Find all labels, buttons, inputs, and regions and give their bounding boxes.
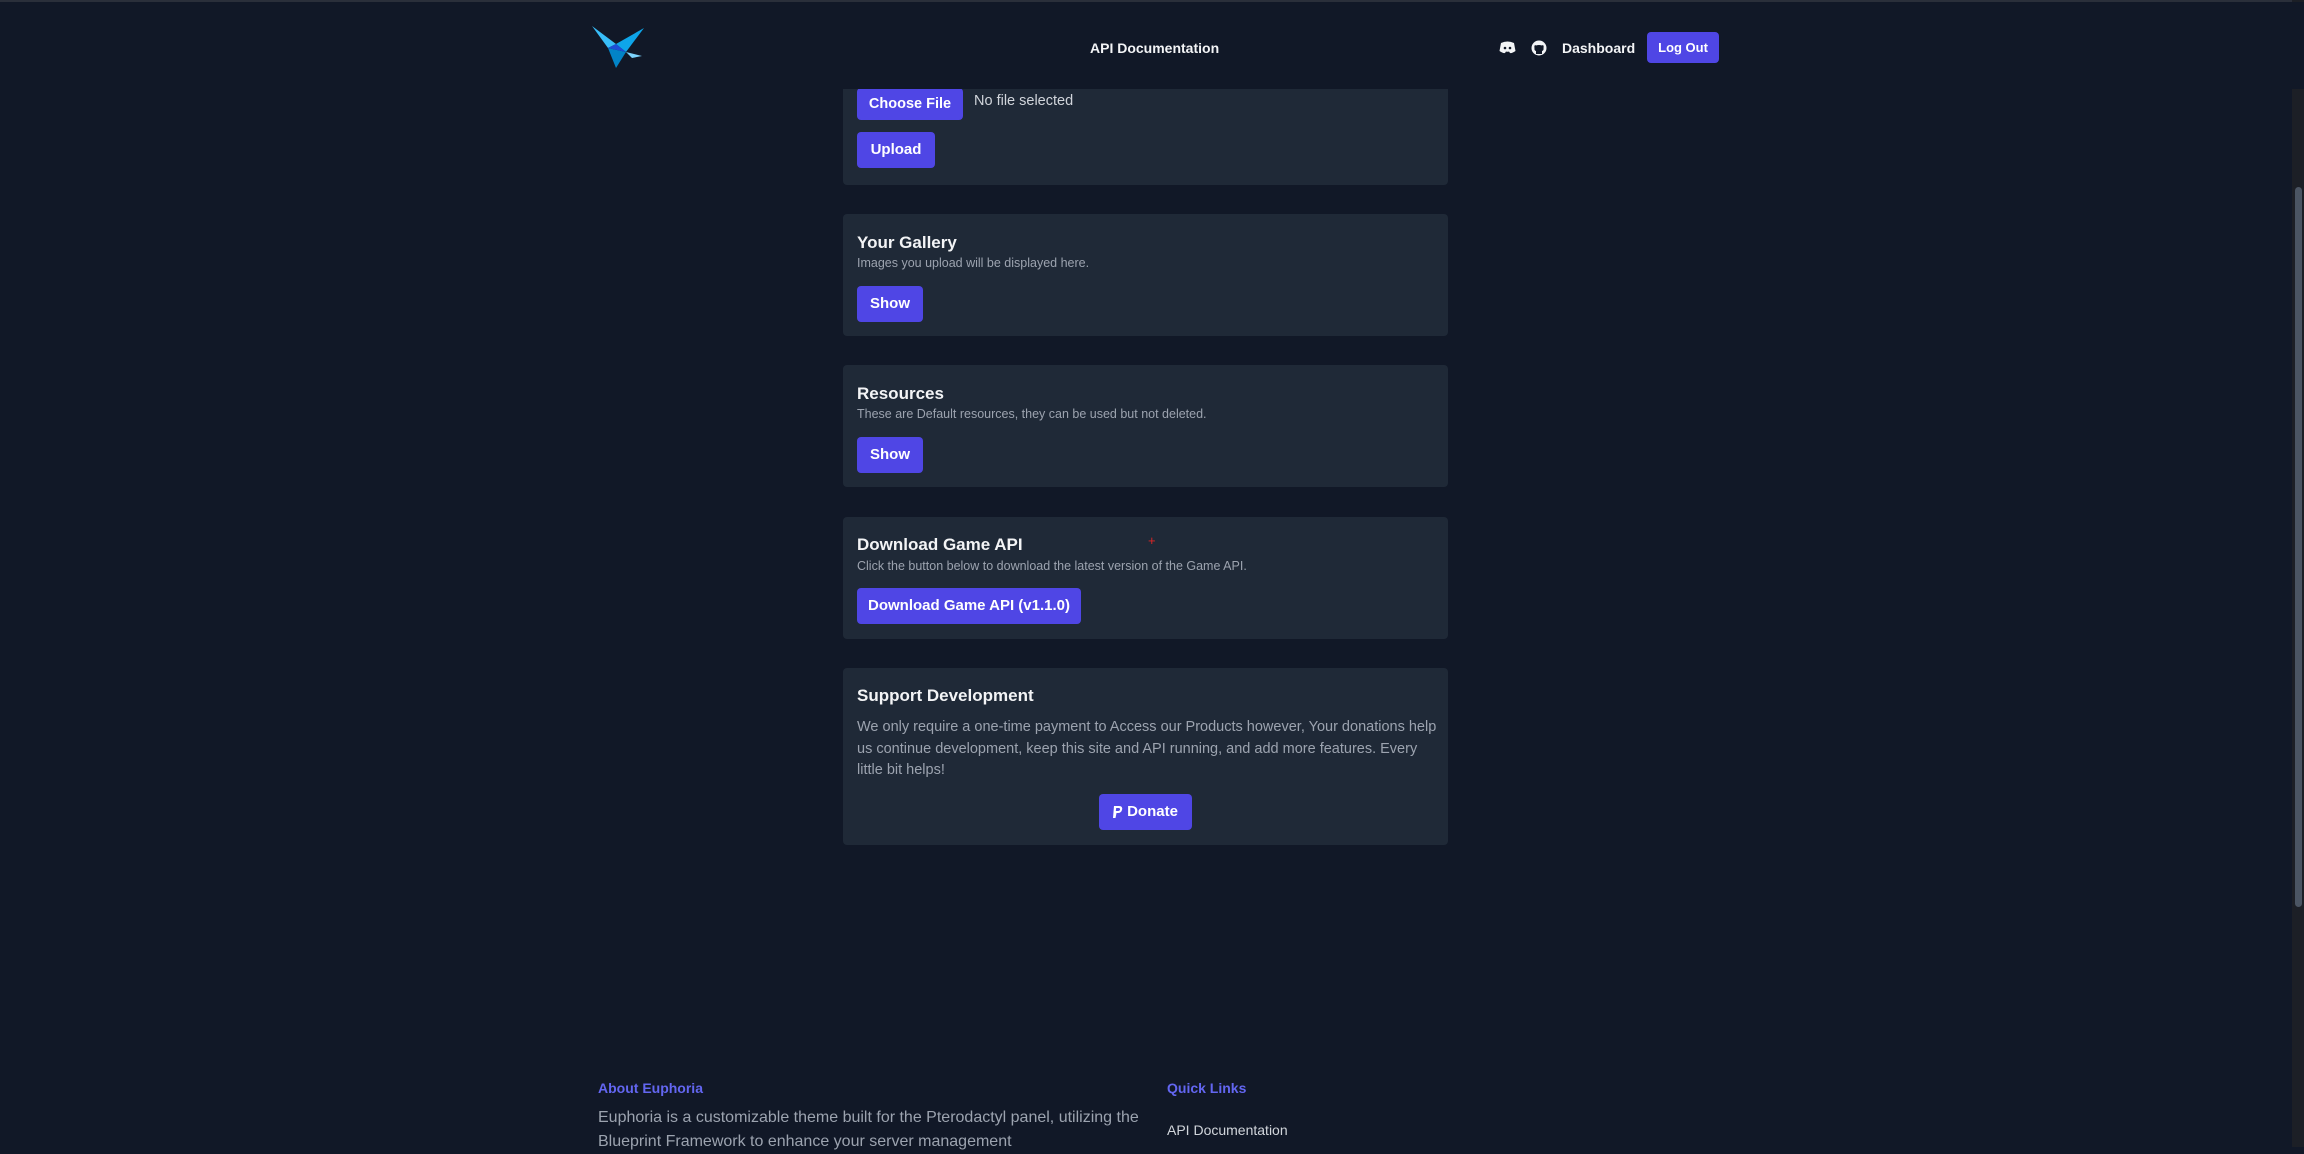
nav-right-group: Dashboard Log Out — [1498, 32, 1719, 63]
download-description: Click the button below to download the l… — [857, 559, 1247, 573]
cursor-marker-icon: + — [1148, 533, 1156, 548]
resources-description: These are Default resources, they can be… — [857, 407, 1207, 421]
resources-title: Resources — [857, 384, 944, 403]
footer-link-api-documentation[interactable]: API Documentation — [1167, 1122, 1288, 1138]
page-scrollbar-thumb[interactable] — [2295, 187, 2302, 907]
gallery-show-button[interactable]: Show — [857, 286, 923, 322]
resources-show-button[interactable]: Show — [857, 437, 923, 473]
download-title: Download Game API — [857, 535, 1023, 554]
footer-quick-links-title: Quick Links — [1167, 1080, 1247, 1096]
file-status-text: No file selected — [974, 93, 1074, 109]
footer-about-title: About Euphoria — [598, 1080, 703, 1096]
top-navbar: API Documentation Dashboard Log Out — [0, 2, 2304, 89]
resources-card: Resources These are Default resources, t… — [843, 365, 1448, 487]
download-game-api-button[interactable]: Download Game API (v1.1.0) — [857, 588, 1081, 624]
upload-button[interactable]: Upload — [857, 132, 935, 168]
support-development-card: Support Development We only require a on… — [843, 668, 1448, 845]
gallery-title: Your Gallery — [857, 233, 957, 252]
nav-link-api-documentation[interactable]: API Documentation — [1090, 40, 1219, 56]
logout-button[interactable]: Log Out — [1647, 32, 1719, 63]
gallery-description: Images you upload will be displayed here… — [857, 256, 1090, 270]
paypal-icon — [1113, 806, 1123, 818]
donate-label: Donate — [1127, 803, 1178, 820]
choose-file-button[interactable]: Choose File — [857, 88, 963, 120]
support-text: We only require a one-time payment to Ac… — [857, 719, 1437, 778]
pterodactyl-logo-icon[interactable] — [586, 22, 648, 70]
discord-icon[interactable] — [1498, 39, 1516, 57]
github-icon[interactable] — [1530, 39, 1548, 57]
download-game-api-card: Download Game API Click the button below… — [843, 517, 1448, 639]
donate-button[interactable]: Donate — [1099, 794, 1192, 830]
support-title: Support Development — [857, 686, 1034, 705]
gallery-card: Your Gallery Images you upload will be d… — [843, 214, 1448, 336]
nav-link-dashboard[interactable]: Dashboard — [1562, 40, 1635, 56]
